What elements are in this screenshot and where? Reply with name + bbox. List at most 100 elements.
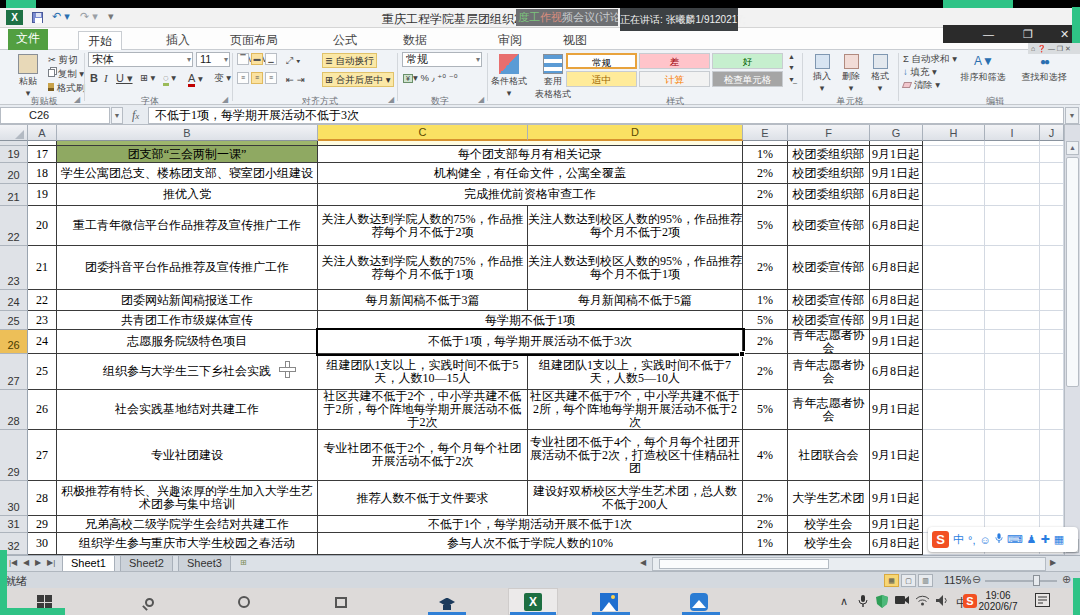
- cell-I30[interactable]: [985, 481, 1040, 516]
- cell-C27[interactable]: 组建团队1支以上，实践时间不低于5天，人数10—15人: [318, 354, 528, 390]
- row-header-28[interactable]: 28: [0, 390, 28, 430]
- ime-chinese-icon[interactable]: 中: [953, 532, 964, 547]
- cell-G22[interactable]: 6月8日起: [870, 206, 923, 246]
- align-right-icon[interactable]: ≡: [265, 72, 277, 84]
- row-header-24[interactable]: 24: [0, 290, 28, 311]
- cell-H26[interactable]: [923, 330, 985, 354]
- clear-button[interactable]: 清除 ▾: [903, 79, 940, 92]
- insert-sheet-icon[interactable]: ⊞: [240, 558, 247, 567]
- cell-B26[interactable]: 志愿服务院级特色项目: [57, 330, 318, 354]
- styles-scroll-down-icon[interactable]: ▼: [788, 64, 795, 71]
- tray-volume-icon[interactable]: [936, 595, 949, 608]
- cell-C29[interactable]: 专业社团不低于2个，每个月每个社团开展活动不低于2次: [318, 430, 528, 481]
- underline-icon[interactable]: U ▾: [116, 72, 133, 85]
- cell-F25[interactable]: 校团委宣传部: [788, 311, 870, 330]
- cell-E19[interactable]: 1%: [743, 146, 788, 163]
- cell-B19[interactable]: 团支部“三会两制一课”: [57, 146, 318, 163]
- tray-camera-icon[interactable]: [895, 595, 909, 607]
- page-break-view-icon[interactable]: ▥: [918, 574, 933, 587]
- zoom-slider[interactable]: [985, 580, 1057, 582]
- align-launcher-icon[interactable]: ◢: [388, 95, 394, 104]
- tray-expand-icon[interactable]: ∧: [840, 595, 848, 608]
- row-header-19[interactable]: 19: [0, 146, 28, 163]
- font-color-icon[interactable]: A ▾: [188, 72, 203, 84]
- column-header-J[interactable]: J: [1040, 125, 1064, 141]
- search-icon[interactable]: [138, 591, 160, 613]
- cell-G26[interactable]: 9月1日起: [870, 330, 923, 354]
- select-all-corner[interactable]: [0, 125, 28, 141]
- redo-icon[interactable]: ↷ ▾: [80, 10, 98, 23]
- style-check[interactable]: 检查单元格: [712, 71, 783, 87]
- sogou-logo-icon[interactable]: S: [932, 531, 949, 548]
- style-neutral[interactable]: 适中: [566, 71, 637, 87]
- cell-C21[interactable]: 完成推优前资格审查工作: [318, 184, 743, 206]
- cell-C19[interactable]: 每个团支部每月有相关记录: [318, 146, 743, 163]
- cell-D29[interactable]: 专业社团不低于4个，每个月每个社团开展活动不低于2次，打造校区十佳精品社团: [528, 430, 743, 481]
- cell-E30[interactable]: 2%: [743, 481, 788, 516]
- task-view-icon[interactable]: [330, 591, 352, 613]
- column-header-D[interactable]: D: [528, 125, 743, 141]
- tab-formulas[interactable]: 公式: [327, 31, 363, 50]
- tab-home[interactable]: 开始: [78, 31, 122, 50]
- tray-shield-icon[interactable]: [876, 595, 888, 610]
- row-header-30[interactable]: 30: [0, 481, 28, 516]
- cell-I24[interactable]: [985, 290, 1040, 311]
- cell-A27[interactable]: 25: [28, 354, 57, 390]
- cell-E29[interactable]: 4%: [743, 430, 788, 481]
- cell-A30[interactable]: 28: [28, 481, 57, 516]
- cell-F31[interactable]: 校学生会: [788, 516, 870, 533]
- cell-H21[interactable]: [923, 184, 985, 206]
- cell-D23[interactable]: 关注人数达到校区人数的95%，作品推荐每个月不低于1项: [528, 246, 743, 290]
- row-header-23[interactable]: 23: [0, 246, 28, 290]
- cell-G21[interactable]: 6月8日起: [870, 184, 923, 206]
- cell-F30[interactable]: 大学生艺术团: [788, 481, 870, 516]
- app-meeting-icon[interactable]: [688, 591, 710, 613]
- cell-J24[interactable]: [1040, 290, 1064, 311]
- sort-filter-button[interactable]: A▼ 排序和筛选: [958, 52, 1008, 100]
- cell-G20[interactable]: 9月1日起: [870, 163, 923, 184]
- sheet-tab-3[interactable]: Sheet3: [178, 556, 231, 572]
- ime-emoji-icon[interactable]: ☺: [979, 534, 990, 546]
- cell-I22[interactable]: [985, 206, 1040, 246]
- autosum-button[interactable]: Σ 自动求和 ▾: [903, 53, 957, 66]
- cell-D24[interactable]: 每月新闻稿不低于5篇: [528, 290, 743, 311]
- cell-A32[interactable]: 30: [28, 533, 57, 555]
- vertical-scrollbar[interactable]: ▲ ▼: [1064, 125, 1080, 555]
- styles-more-icon[interactable]: ▼̲: [788, 76, 795, 83]
- cell-B21[interactable]: 推优入党: [57, 184, 318, 206]
- row-header-31[interactable]: 31: [0, 516, 28, 533]
- ime-person-icon[interactable]: ♟: [1027, 533, 1037, 546]
- zoom-slider-thumb[interactable]: [1033, 575, 1040, 586]
- align-top-icon[interactable]: ▔: [237, 53, 249, 65]
- column-header-B[interactable]: B: [57, 125, 318, 141]
- cell-B29[interactable]: 专业社团建设: [57, 430, 318, 481]
- undo-icon[interactable]: ↶ ▾: [52, 10, 70, 23]
- cell-J28[interactable]: [1040, 390, 1064, 430]
- align-left-icon[interactable]: ≡: [237, 72, 249, 84]
- cell-C31[interactable]: 不低于1个，每学期活动开展不低于1次: [318, 516, 743, 533]
- cell-B28[interactable]: 社会实践基地结对共建工作: [57, 390, 318, 430]
- cortana-icon[interactable]: [233, 591, 255, 613]
- cell-E24[interactable]: 1%: [743, 290, 788, 311]
- cell-H24[interactable]: [923, 290, 985, 311]
- style-calc[interactable]: 计算: [639, 71, 710, 87]
- font-launcher-icon[interactable]: ◢: [222, 95, 228, 104]
- cell-J27[interactable]: [1040, 354, 1064, 390]
- sheet-nav-next-icon[interactable]: ▶: [35, 558, 41, 567]
- tab-insert[interactable]: 插入: [160, 31, 196, 50]
- hscroll-right-icon[interactable]: ▶: [1050, 558, 1056, 567]
- cell-B32[interactable]: 组织学生参与重庆市大学生校园之春活动: [57, 533, 318, 555]
- maximize-button[interactable]: ❐: [1023, 25, 1033, 43]
- currency-icon[interactable]: ¥▾ % ٫ ⁺⁰ ⁻⁰: [403, 72, 458, 83]
- cell-F28[interactable]: 青年志愿者协会: [788, 390, 870, 430]
- app-excel-icon[interactable]: X: [508, 588, 558, 615]
- clipboard-launcher-icon[interactable]: ◢: [74, 95, 80, 104]
- zoom-level[interactable]: 115%: [944, 574, 971, 586]
- excel-logo-icon[interactable]: X: [6, 10, 23, 25]
- copy-button[interactable]: 复制 ▾: [48, 68, 84, 81]
- borders-icon[interactable]: ⊞ ▾: [140, 72, 155, 83]
- bold-icon[interactable]: B: [90, 72, 98, 84]
- cell-E28[interactable]: 5%: [743, 390, 788, 430]
- cell-C30[interactable]: 推荐人数不低于文件要求: [318, 481, 528, 516]
- app-photos-icon[interactable]: [598, 591, 620, 613]
